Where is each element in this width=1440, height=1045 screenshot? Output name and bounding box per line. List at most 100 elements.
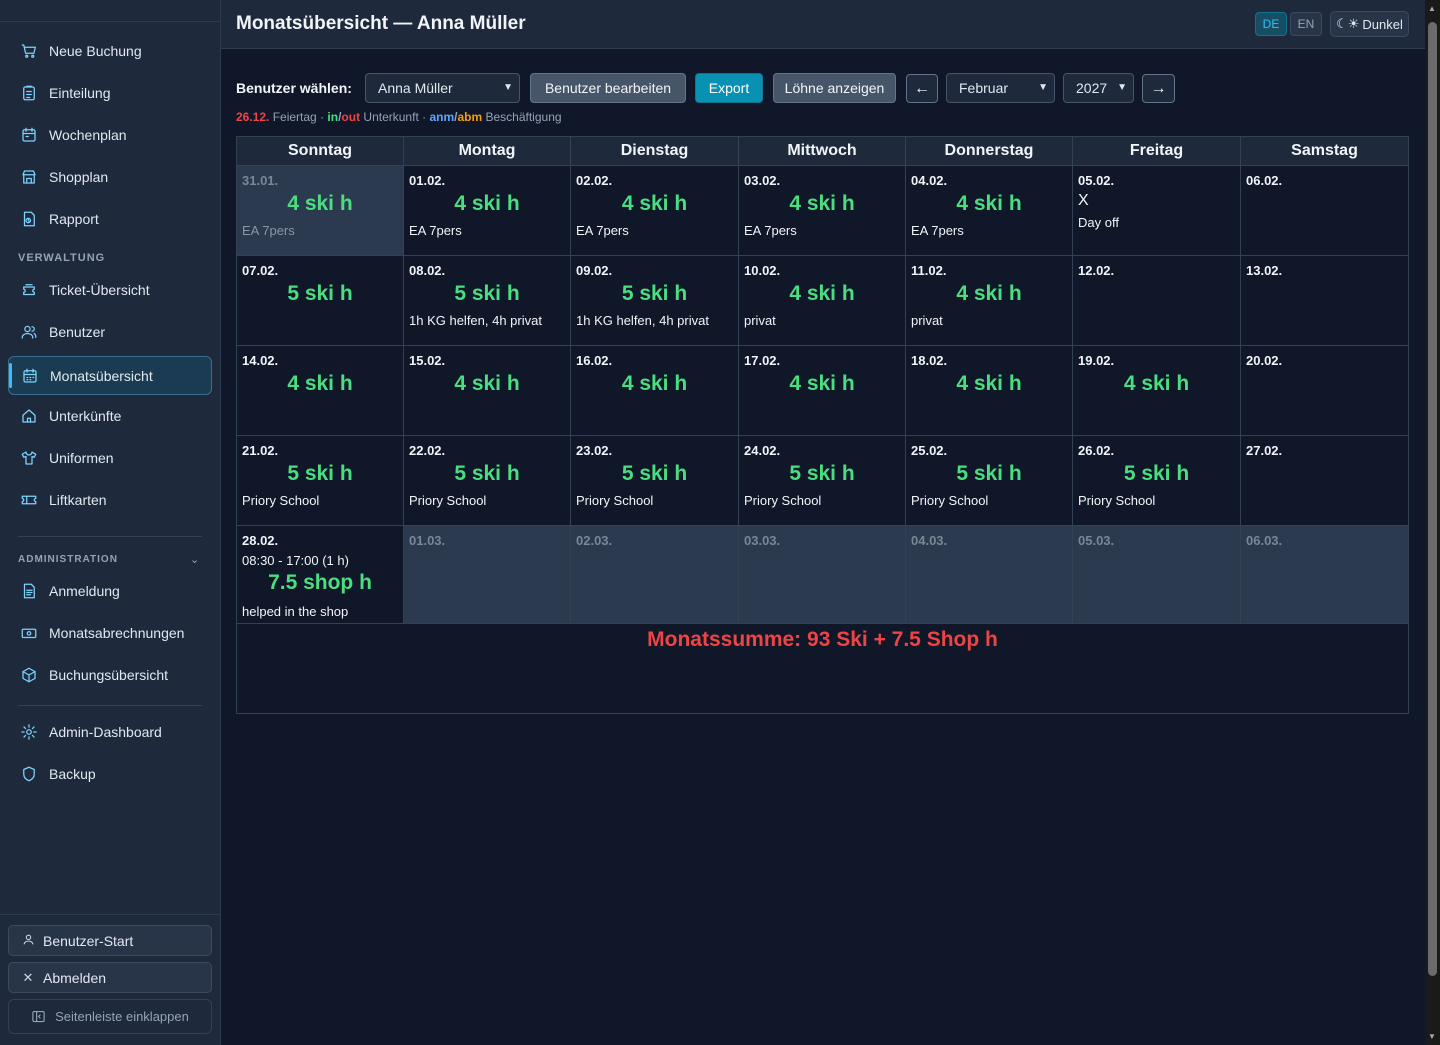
chevron-down-icon: ▼ — [503, 82, 513, 93]
year-select[interactable]: 2027 ▼ — [1063, 73, 1134, 103]
weekday-header: Mittwoch — [739, 137, 906, 166]
day-date: 14.02. — [242, 353, 279, 368]
sidebar-item-rapport[interactable]: Rapport — [8, 199, 212, 239]
day-cell[interactable]: 26.02. 5 ski h Priory School — [1073, 436, 1241, 526]
sidebar-item-uniformen[interactable]: Uniformen — [8, 438, 212, 478]
day-note: Priory School — [744, 493, 822, 508]
close-icon: ✕ — [22, 969, 34, 985]
sidebar-item-monatsuebersicht[interactable]: Monatsübersicht — [8, 356, 212, 395]
day-cell[interactable]: 18.02. 4 ski h — [906, 346, 1073, 436]
scroll-up-icon[interactable]: ▲ — [1428, 4, 1436, 13]
sidebar-item-benutzer[interactable]: Benutzer — [8, 312, 212, 352]
day-cell[interactable]: 04.03. — [906, 526, 1073, 624]
logout-button[interactable]: ✕ Abmelden — [8, 962, 212, 993]
lift-ticket-icon — [19, 490, 39, 510]
lang-en-button[interactable]: EN — [1290, 12, 1322, 36]
panel-collapse-icon — [31, 1009, 46, 1024]
sidebar-item-neue-buchung[interactable]: Neue Buchung — [8, 31, 212, 71]
legend-in: in — [327, 110, 339, 124]
day-cell[interactable]: 20.02. — [1241, 346, 1408, 436]
day-date: 17.02. — [744, 353, 781, 368]
sidebar-item-buchungsuebersicht[interactable]: Buchungsübersicht — [8, 655, 212, 695]
sidebar-item-label: Shopplan — [49, 169, 109, 185]
day-date: 10.02. — [744, 263, 781, 278]
user-select-label: Benutzer wählen: — [236, 80, 352, 96]
lang-de-button[interactable]: DE — [1255, 12, 1287, 36]
sidebar-item-ticket-uebersicht[interactable]: Ticket-Übersicht — [8, 270, 212, 310]
day-cell[interactable]: 19.02. 4 ski h — [1073, 346, 1241, 436]
scrollbar[interactable]: ▲ ▼ — [1425, 0, 1440, 1045]
day-note: 1h KG helfen, 4h privat — [409, 313, 542, 328]
report-icon — [19, 209, 39, 229]
day-cell[interactable]: 28.02. 08:30 - 17:00 (1 h) 7.5 shop h helpe… — [237, 526, 404, 624]
day-cell[interactable]: 24.02. 5 ski h Priory School — [739, 436, 906, 526]
day-cell[interactable]: 06.03. — [1241, 526, 1408, 624]
day-cell[interactable]: 31.01. 4 ski h EA 7pers — [237, 166, 404, 256]
day-cell[interactable]: 10.02. 4 ski h privat — [739, 256, 906, 346]
scrollbar-thumb[interactable] — [1428, 22, 1437, 976]
day-cell[interactable]: 16.02. 4 ski h — [571, 346, 739, 436]
day-cell[interactable]: 11.02. 4 ski h privat — [906, 256, 1073, 346]
day-cell[interactable]: 01.02. 4 ski h EA 7pers — [404, 166, 571, 256]
sidebar-item-backup[interactable]: Backup — [8, 754, 212, 794]
day-cell[interactable]: 12.02. — [1073, 256, 1241, 346]
day-cell[interactable]: 02.03. — [571, 526, 739, 624]
day-note: Priory School — [576, 493, 654, 508]
day-cell[interactable]: 14.02. 4 ski h — [237, 346, 404, 436]
store-icon — [19, 167, 39, 187]
sidebar-item-admin-dashboard[interactable]: Admin-Dashboard — [8, 712, 212, 752]
user-select[interactable]: Anna Müller ▼ — [365, 73, 520, 103]
sidebar-item-unterkuenfte[interactable]: Unterkünfte — [8, 396, 212, 436]
day-cell[interactable]: 08.02. 5 ski h 1h KG helfen, 4h privat — [404, 256, 571, 346]
chevron-down-icon[interactable]: ⌄ — [190, 553, 199, 566]
day-cell[interactable]: 23.02. 5 ski h Priory School — [571, 436, 739, 526]
month-select[interactable]: Februar ▼ — [946, 73, 1055, 103]
day-cell[interactable]: 15.02. 4 ski h — [404, 346, 571, 436]
day-date: 23.02. — [576, 443, 613, 458]
edit-user-button[interactable]: Benutzer bearbeiten — [530, 73, 686, 103]
day-cell[interactable]: 17.02. 4 ski h — [739, 346, 906, 436]
day-hours: 4 ski h — [454, 192, 520, 215]
day-date: 25.02. — [911, 443, 948, 458]
day-cell[interactable]: 03.03. — [739, 526, 906, 624]
day-cell[interactable]: 06.02. — [1241, 166, 1408, 256]
day-cell[interactable]: 02.02. 4 ski h EA 7pers — [571, 166, 739, 256]
day-hours: 4 ski h — [789, 372, 855, 395]
next-month-button[interactable]: → — [1142, 74, 1175, 103]
day-date: 18.02. — [911, 353, 948, 368]
scroll-down-icon[interactable]: ▼ — [1428, 1032, 1436, 1041]
logout-label: Abmelden — [43, 969, 107, 986]
sidebar-item-liftkarten[interactable]: Liftkarten — [8, 480, 212, 520]
sidebar-item-monatsabrechnungen[interactable]: Monatsabrechnungen — [8, 613, 212, 653]
day-cell[interactable]: 21.02. 5 ski h Priory School — [237, 436, 404, 526]
collapse-sidebar-button[interactable]: Seitenleiste einklappen — [8, 999, 212, 1034]
chevron-down-icon: ▼ — [1038, 82, 1048, 93]
day-cell[interactable]: 25.02. 5 ski h Priory School — [906, 436, 1073, 526]
sidebar-item-einteilung[interactable]: Einteilung — [8, 73, 212, 113]
day-cell[interactable]: 03.02. 4 ski h EA 7pers — [739, 166, 906, 256]
day-date: 05.03. — [1078, 533, 1115, 548]
day-cell[interactable]: 22.02. 5 ski h Priory School — [404, 436, 571, 526]
day-hours: 4 ski h — [287, 192, 353, 215]
prev-month-button[interactable]: ← — [906, 74, 938, 103]
day-cell[interactable]: 01.03. — [404, 526, 571, 624]
day-cell[interactable]: 13.02. — [1241, 256, 1408, 346]
sidebar-item-anmeldung[interactable]: Anmeldung — [8, 571, 212, 611]
calendar-icon — [19, 125, 39, 145]
day-date: 06.03. — [1246, 533, 1283, 548]
export-button[interactable]: Export — [695, 73, 763, 103]
theme-toggle-button[interactable]: ☾☀ Dunkel — [1330, 11, 1409, 37]
show-wages-button[interactable]: Löhne anzeigen — [773, 73, 896, 103]
day-cell[interactable]: 27.02. — [1241, 436, 1408, 526]
sidebar-item-wochenplan[interactable]: Wochenplan — [8, 115, 212, 155]
day-cell[interactable]: 04.02. 4 ski h EA 7pers — [906, 166, 1073, 256]
benutzer-start-button[interactable]: Benutzer-Start — [8, 925, 212, 956]
day-cell[interactable]: 05.02. X Day off — [1073, 166, 1241, 256]
day-cell[interactable]: 05.03. — [1073, 526, 1241, 624]
day-cell[interactable]: 09.02. 5 ski h 1h KG helfen, 4h privat — [571, 256, 739, 346]
day-note: privat — [911, 313, 943, 328]
day-hours: 5 ski h — [621, 462, 688, 485]
sidebar-item-label: Rapport — [49, 211, 99, 227]
day-cell[interactable]: 07.02. 5 ski h — [237, 256, 404, 346]
sidebar-item-shopplan[interactable]: Shopplan — [8, 157, 212, 197]
